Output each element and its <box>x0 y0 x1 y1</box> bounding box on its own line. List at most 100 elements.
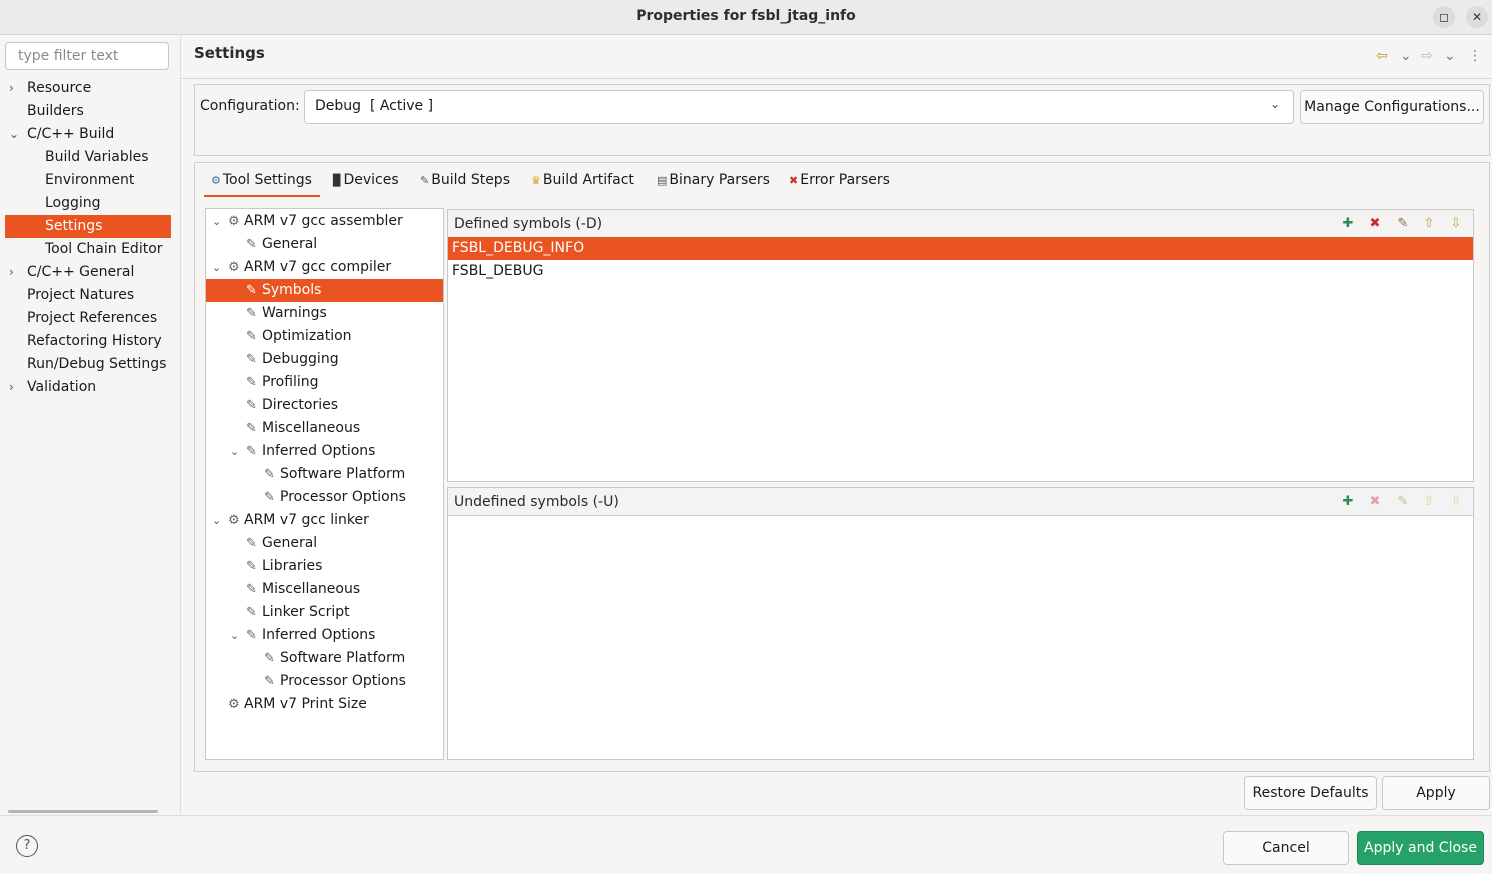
help-icon[interactable]: ? <box>16 835 38 857</box>
tree-item[interactable]: ⚙ ARM v7 Print Size <box>206 693 443 716</box>
nav-scrollbar[interactable] <box>8 810 158 813</box>
chevron-down-icon[interactable]: ⌄ <box>230 440 239 463</box>
chevron-down-icon[interactable]: ⌄ <box>212 256 221 279</box>
restore-defaults-button[interactable]: Restore Defaults <box>1244 776 1377 810</box>
manage-configurations-button[interactable]: Manage Configurations... <box>1300 90 1484 124</box>
nav-item-label: Resource <box>27 80 92 96</box>
tab-label: Build Steps <box>431 172 510 188</box>
tree-item[interactable]: ✎ Debugging <box>206 348 443 371</box>
tree-item-label: Inferred Options <box>262 443 376 459</box>
window-title: Properties for fsbl_jtag_info <box>636 8 856 24</box>
forward-icon[interactable]: ⇨ <box>1421 48 1433 64</box>
nav-item[interactable]: Logging <box>5 192 171 215</box>
tree-item[interactable]: ✎ Libraries <box>206 555 443 578</box>
tree-item[interactable]: ✎ Directories <box>206 394 443 417</box>
nav-item[interactable]: Builders <box>5 100 171 123</box>
nav-item[interactable]: ⌄ C/C++ Build <box>5 123 171 146</box>
tree-item-label: Symbols <box>262 282 322 298</box>
nav-item-label: Refactoring History <box>27 333 162 349</box>
move-down-icon[interactable]: ⇩ <box>1447 215 1465 233</box>
gear-icon: ⚙ <box>211 174 221 187</box>
move-up-icon[interactable]: ⇧ <box>1420 215 1438 233</box>
list-item[interactable]: FSBL_DEBUG <box>448 260 1473 283</box>
option-page-icon: ✎ <box>264 467 275 482</box>
chevron-right-icon[interactable]: › <box>9 261 21 284</box>
tool-gear-icon: ⚙ <box>228 214 240 229</box>
nav-item-label: C/C++ Build <box>27 126 115 142</box>
forward-menu-icon[interactable]: ⌄ <box>1444 48 1456 64</box>
edit-icon[interactable]: ✎ <box>1394 493 1412 511</box>
chevron-down-icon[interactable]: ⌄ <box>212 509 221 532</box>
tree-item[interactable]: ⌄ ⚙ ARM v7 gcc assembler <box>206 210 443 233</box>
tree-item[interactable]: ✎ Processor Options <box>206 670 443 693</box>
back-icon[interactable]: ⇦ <box>1376 48 1388 64</box>
chevron-right-icon[interactable]: › <box>9 376 21 399</box>
option-page-icon: ✎ <box>246 582 257 597</box>
maximize-icon: ◻ <box>1439 10 1449 24</box>
tree-item[interactable]: ✎ General <box>206 233 443 256</box>
nav-item[interactable]: Project References <box>5 307 171 330</box>
apply-and-close-button[interactable]: Apply and Close <box>1357 831 1484 865</box>
tab-build-artifact[interactable]: ♛ Build Artifact <box>531 170 634 196</box>
edit-icon[interactable]: ✎ <box>1394 215 1412 233</box>
tree-item[interactable]: ✎ General <box>206 532 443 555</box>
tree-item[interactable]: ✎ Software Platform <box>206 647 443 670</box>
chevron-right-icon[interactable]: › <box>9 77 21 100</box>
configuration-select[interactable] <box>304 90 1294 124</box>
nav-item[interactable]: › Resource <box>5 77 171 100</box>
tree-item[interactable]: ✎ Warnings <box>206 302 443 325</box>
apply-button[interactable]: Apply <box>1382 776 1490 810</box>
nav-item[interactable]: Run/Debug Settings <box>5 353 171 376</box>
add-icon[interactable]: ✚ <box>1339 493 1357 511</box>
tree-item[interactable]: ✎ Symbols <box>206 279 443 302</box>
more-options-icon[interactable]: ⋮ <box>1468 48 1482 64</box>
nav-item[interactable]: Environment <box>5 169 171 192</box>
tab-error-parsers[interactable]: ✖ Error Parsers <box>789 170 890 196</box>
tree-item[interactable]: ⌄ ✎ Inferred Options <box>206 440 443 463</box>
nav-item[interactable]: › C/C++ General <box>5 261 171 284</box>
delete-icon[interactable]: ✖ <box>1366 215 1384 233</box>
move-down-icon[interactable]: ⇩ <box>1447 493 1465 511</box>
tab-build-steps[interactable]: ✎ Build Steps <box>420 170 510 196</box>
tree-item[interactable]: ✎ Profiling <box>206 371 443 394</box>
chevron-down-icon[interactable]: ⌄ <box>212 210 221 233</box>
tree-item[interactable]: ⌄ ⚙ ARM v7 gcc compiler <box>206 256 443 279</box>
option-page-icon: ✎ <box>246 352 257 367</box>
tree-item[interactable]: ⌄ ⚙ ARM v7 gcc linker <box>206 509 443 532</box>
close-icon: ✕ <box>1471 10 1483 24</box>
delete-icon[interactable]: ✖ <box>1366 493 1384 511</box>
trophy-icon: ♛ <box>531 174 541 187</box>
tree-item[interactable]: ✎ Software Platform <box>206 463 443 486</box>
nav-item[interactable]: Settings <box>5 215 171 238</box>
tree-item[interactable]: ✎ Linker Script <box>206 601 443 624</box>
nav-item[interactable]: Project Natures <box>5 284 171 307</box>
list-item[interactable]: FSBL_DEBUG_INFO <box>448 237 1473 260</box>
tab-binary-parsers[interactable]: ▤ Binary Parsers <box>657 170 770 196</box>
tree-item[interactable]: ✎ Miscellaneous <box>206 417 443 440</box>
tree-item[interactable]: ✎ Processor Options <box>206 486 443 509</box>
cancel-button[interactable]: Cancel <box>1223 831 1349 865</box>
filter-input[interactable] <box>5 42 169 70</box>
tool-gear-icon: ⚙ <box>228 260 240 275</box>
tree-item-label: ARM v7 gcc assembler <box>244 213 403 229</box>
chevron-down-icon[interactable]: ⌄ <box>9 123 21 146</box>
tree-item[interactable]: ⌄ ✎ Inferred Options <box>206 624 443 647</box>
tree-item[interactable]: ✎ Miscellaneous <box>206 578 443 601</box>
chevron-down-icon[interactable]: ⌄ <box>1270 97 1280 111</box>
tab-devices[interactable]: ▉ Devices <box>333 170 399 196</box>
option-page-icon: ✎ <box>246 559 257 574</box>
back-menu-icon[interactable]: ⌄ <box>1400 48 1412 64</box>
tree-item-label: Libraries <box>262 558 323 574</box>
add-icon[interactable]: ✚ <box>1339 215 1357 233</box>
option-page-icon: ✎ <box>246 306 257 321</box>
nav-item[interactable]: › Validation <box>5 376 171 399</box>
nav-item[interactable]: Tool Chain Editor <box>5 238 171 261</box>
nav-item[interactable]: Refactoring History <box>5 330 171 353</box>
close-window-button[interactable]: ✕ <box>1466 6 1488 28</box>
move-up-icon[interactable]: ⇧ <box>1420 493 1438 511</box>
tab-tool-settings[interactable]: ⚙ Tool Settings <box>211 170 312 196</box>
tree-item[interactable]: ✎ Optimization <box>206 325 443 348</box>
maximize-button[interactable]: ◻ <box>1433 6 1455 28</box>
chevron-down-icon[interactable]: ⌄ <box>230 624 239 647</box>
nav-item[interactable]: Build Variables <box>5 146 171 169</box>
